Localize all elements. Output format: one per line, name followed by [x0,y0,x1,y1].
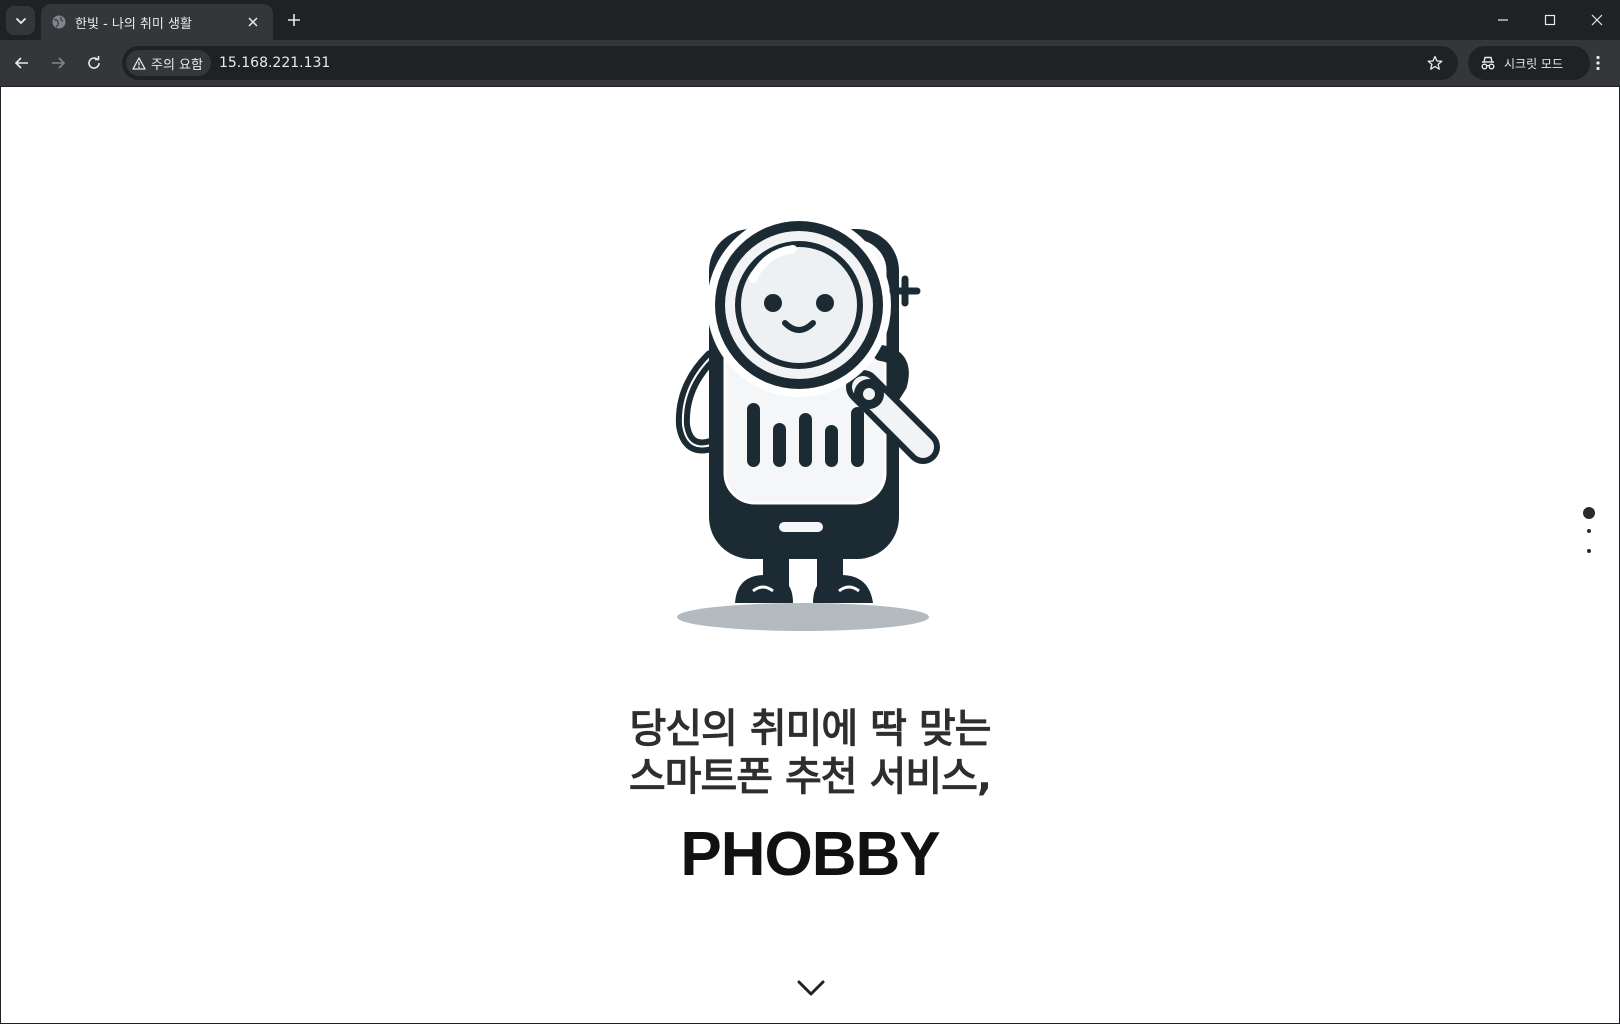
new-tab-button[interactable] [282,8,306,32]
back-button[interactable] [8,49,36,77]
active-tab[interactable]: 한빛 - 나의 취미 생활 [41,4,273,40]
pagination-dot-1[interactable] [1583,507,1595,519]
bookmark-star-icon[interactable] [1420,48,1450,78]
headline-line-2: 스마트폰 추천 서비스, [628,754,992,800]
tab-search-button[interactable] [6,6,35,35]
incognito-indicator[interactable]: 시크릿 모드 [1468,46,1590,80]
forward-button[interactable] [44,49,72,77]
close-window-button[interactable] [1574,0,1620,40]
pagination-dot-2[interactable] [1587,529,1591,533]
browser-menu-button[interactable] [1584,49,1612,77]
brand-title: PHOBBY [680,820,940,889]
chevron-down-icon [797,980,825,996]
section-pagination [1579,507,1599,567]
hero-headline: 당신의 취미에 딱 맞는 스마트폰 추천 서비스, [1,705,1619,801]
address-bar[interactable]: 주의 요함 15.168.221.131 [122,46,1458,80]
reload-icon [88,56,100,69]
close-tab-icon[interactable] [243,12,263,32]
browser-window: 한빛 - 나의 취미 생활 주의 요함 15.168.221.131 시크릿 모… [0,0,1620,1024]
mascot-illustration [675,213,940,631]
reload-button[interactable] [80,49,108,77]
security-chip[interactable]: 주의 요함 [126,50,211,76]
plus-icon [288,14,300,26]
tab-strip: 한빛 - 나의 취미 생활 [0,0,1620,40]
pagination-dot-3[interactable] [1587,549,1591,553]
page-viewport: 당신의 취미에 딱 맞는 스마트폰 추천 서비스, PHOBBY [1,87,1619,1023]
incognito-icon [1481,56,1495,70]
close-icon [1591,14,1603,26]
headline-line-1: 당신의 취미에 딱 맞는 [629,706,992,752]
arrow-left-icon [14,57,28,69]
tab-title: 한빛 - 나의 취미 생활 [75,16,192,32]
warning-icon [132,56,146,70]
maximize-button[interactable] [1527,0,1573,40]
minimize-button[interactable] [1480,0,1526,40]
globe-icon [51,14,67,30]
arrow-right-icon [52,57,66,69]
minimize-icon [1498,19,1508,21]
security-label: 주의 요함 [151,57,203,73]
browser-toolbar: 주의 요함 15.168.221.131 시크릿 모드 [0,40,1620,86]
incognito-label: 시크릿 모드 [1504,56,1564,71]
chevron-down-icon [15,17,26,24]
url-text[interactable]: 15.168.221.131 [219,55,1420,71]
more-vertical-icon [1596,55,1600,71]
scroll-down-button[interactable] [794,975,828,1001]
maximize-icon [1544,14,1556,26]
